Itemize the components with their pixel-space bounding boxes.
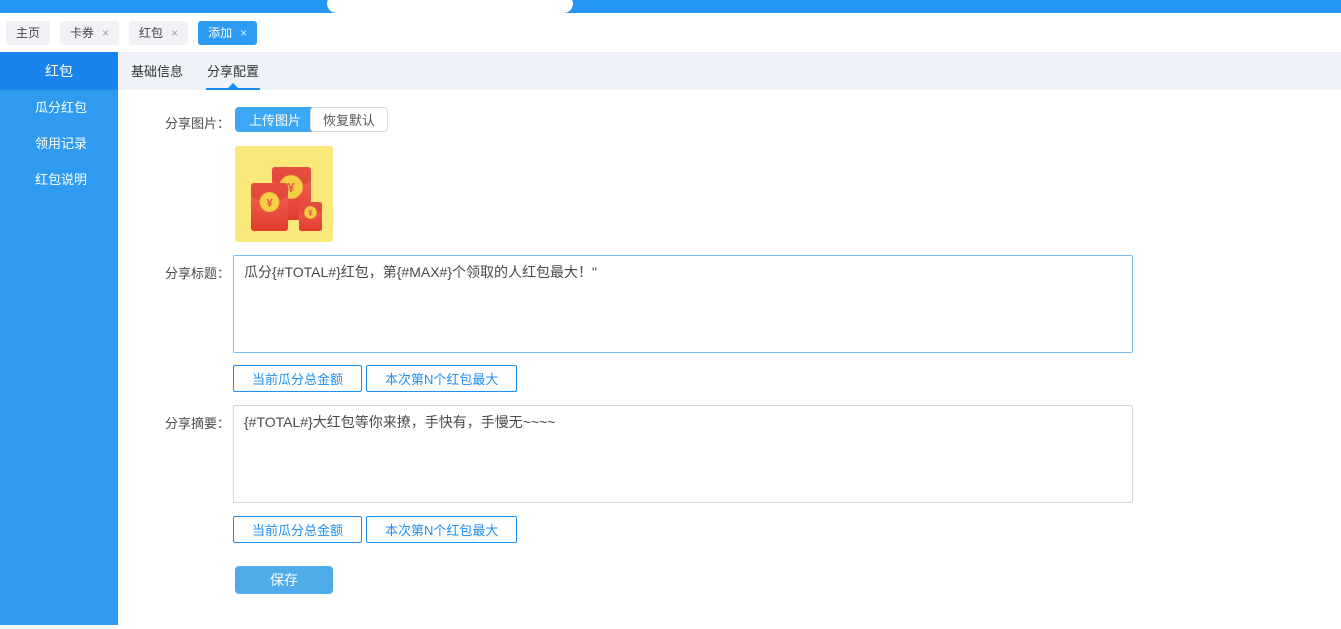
window-tab-redpacket[interactable]: 红包 × — [129, 21, 188, 45]
share-image-preview: ¥ ¥ ¥ — [235, 146, 333, 242]
sidebar-item-claim-records[interactable]: 领用记录 — [0, 126, 118, 162]
summary-insert-buttons: 当前瓜分总金额 本次第N个红包最大 — [233, 516, 517, 543]
sidebar: 红包 瓜分红包 领用记录 红包说明 — [0, 52, 118, 625]
yuan-icon: ¥ — [287, 180, 295, 195]
share-title-input[interactable]: 瓜分{#TOTAL#}红包，第{#MAX#}个领取的人红包最大！" — [233, 255, 1133, 353]
share-image-label: 分享图片： — [118, 113, 230, 132]
admin-page: 主页 卡券 × 红包 × 添加 × 红包 瓜分红包 领用记录 红包说明 基础信息… — [0, 0, 1341, 629]
title-insert-buttons: 当前瓜分总金额 本次第N个红包最大 — [233, 365, 517, 392]
yuan-icon: ¥ — [266, 198, 273, 210]
upload-image-button[interactable]: 上传图片 — [235, 107, 315, 132]
insert-total-amount-button[interactable]: 当前瓜分总金额 — [233, 365, 362, 392]
save-button[interactable]: 保存 — [235, 566, 333, 594]
insert-total-amount-button[interactable]: 当前瓜分总金额 — [233, 516, 362, 543]
tab-share-config[interactable]: 分享配置 — [206, 53, 260, 90]
window-tab-bar: 主页 卡券 × 红包 × 添加 × — [0, 13, 1341, 52]
close-icon[interactable]: × — [240, 27, 247, 39]
content-tab-bar: 基础信息 分享配置 — [118, 52, 1341, 90]
browser-top-strip — [0, 0, 1341, 13]
tab-basic-info[interactable]: 基础信息 — [130, 53, 184, 90]
share-title-label: 分享标题： — [118, 263, 230, 282]
yuan-icon: ¥ — [308, 209, 313, 218]
window-tab-label: 主页 — [16, 24, 40, 41]
insert-nth-biggest-button[interactable]: 本次第N个红包最大 — [366, 365, 517, 392]
window-tab-label: 卡券 — [70, 24, 94, 41]
sidebar-item-split-redpacket[interactable]: 瓜分红包 — [0, 90, 118, 126]
sidebar-title-redpacket[interactable]: 红包 — [0, 52, 118, 90]
browser-omnibox-fragment — [327, 0, 573, 13]
window-tab-home[interactable]: 主页 — [6, 21, 50, 45]
window-tab-coupon[interactable]: 卡券 × — [60, 21, 119, 45]
window-tab-label: 添加 — [208, 24, 232, 41]
window-tab-label: 红包 — [139, 24, 163, 41]
share-summary-label: 分享摘要： — [118, 413, 230, 432]
close-icon[interactable]: × — [171, 27, 178, 39]
share-config-form: 分享图片： 上传图片 恢复默认 ¥ ¥ — [118, 90, 1341, 629]
restore-default-button[interactable]: 恢复默认 — [310, 107, 388, 132]
close-icon[interactable]: × — [102, 27, 109, 39]
window-tab-add[interactable]: 添加 × — [198, 21, 257, 45]
insert-nth-biggest-button[interactable]: 本次第N个红包最大 — [366, 516, 517, 543]
sidebar-item-redpacket-notes[interactable]: 红包说明 — [0, 162, 118, 198]
share-summary-input[interactable]: {#TOTAL#}大红包等你来撩，手快有，手慢无~~~~ — [233, 405, 1133, 503]
